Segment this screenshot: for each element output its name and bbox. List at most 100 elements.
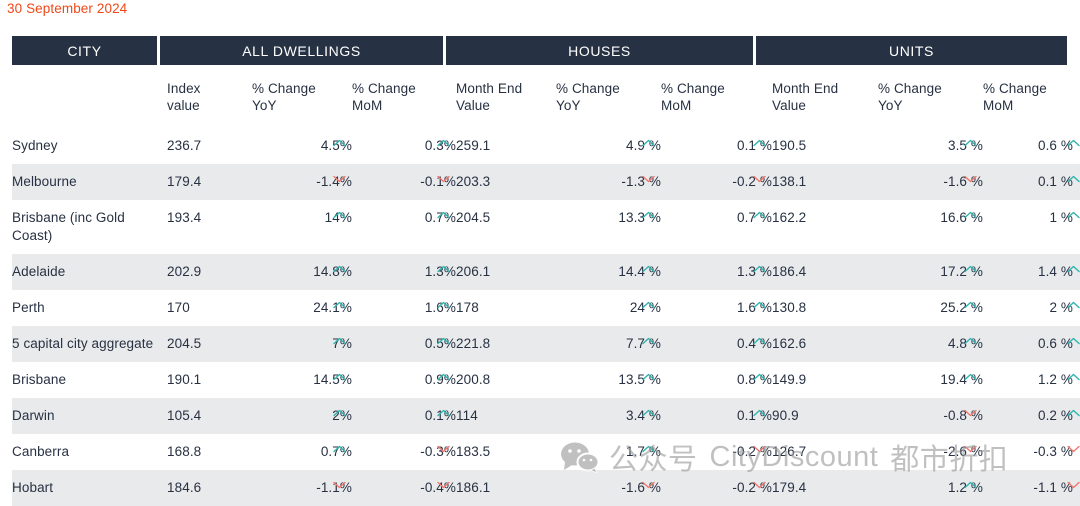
- cell-houses-month-end-value: 206.1: [456, 254, 556, 290]
- chevron-up-icon: [333, 211, 346, 219]
- cell-units-month-end-value: 90.9: [772, 398, 878, 434]
- cell-all-mom: 0.7%: [352, 200, 456, 254]
- chevron-down-icon: [333, 175, 346, 183]
- cell-all-yoy: 24.1%: [252, 290, 352, 326]
- chevron-up-icon: [333, 409, 346, 417]
- chevron-up-icon: [437, 409, 450, 417]
- cell-houses-yoy: 13.3 %: [556, 200, 661, 254]
- cell-city: Canberra: [12, 444, 70, 459]
- cell-units-month-end-value: 130.8: [772, 300, 807, 315]
- cell-units-yoy: 17.2 %: [878, 254, 983, 290]
- cell-units-month-end-value: 162.2: [772, 210, 807, 225]
- subheader-city: [6, 68, 167, 128]
- cell-units-month-end-value: 179.4: [772, 470, 878, 506]
- cell-units-mom: 0.6 %: [983, 326, 1080, 362]
- chevron-up-icon: [333, 139, 346, 147]
- chevron-up-icon: [964, 337, 977, 345]
- cell-houses-yoy: 7.7 %: [556, 326, 661, 362]
- subheader-line-2: MoM: [661, 98, 692, 113]
- cell-units-yoy: -1.6 %: [878, 164, 983, 200]
- chevron-up-icon: [753, 373, 766, 381]
- group-header-houses: HOUSES: [446, 36, 753, 65]
- subheader-all-yoy: % Change YoY: [252, 68, 352, 128]
- subheader-line-1: % Change: [352, 81, 416, 96]
- cell-houses-mom: 0.1 %: [661, 398, 772, 434]
- chevron-up-icon: [333, 337, 346, 345]
- cell-all-index-value: 105.4: [167, 398, 252, 434]
- cell-units-month-end-value: 190.5: [772, 138, 807, 153]
- cell-units-mom: 1.4 %: [983, 254, 1080, 290]
- cell-all-yoy: -1.4%: [252, 164, 352, 200]
- chevron-up-icon: [753, 409, 766, 417]
- cell-all-index-value: 193.4: [167, 210, 202, 225]
- chevron-up-icon: [642, 211, 655, 219]
- chevron-up-icon: [753, 211, 766, 219]
- cell-houses-month-end-value: 178: [456, 300, 479, 315]
- chevron-up-icon: [753, 139, 766, 147]
- subheader-line-1: Month End: [772, 81, 839, 96]
- chevron-up-icon: [437, 301, 450, 309]
- cell-units-month-end-value: 162.6: [772, 326, 878, 362]
- chevron-up-icon: [437, 211, 450, 219]
- chevron-down-icon: [964, 175, 977, 183]
- table-row: Adelaide 202.9 14.8% 1.3% 206.1 14.4 % 1.3 % 18…: [6, 254, 1080, 290]
- cell-all-mom: -0.4%: [352, 470, 456, 506]
- cell-houses-yoy: -1.3 %: [556, 164, 661, 200]
- cell-all-yoy: 7%: [252, 326, 352, 362]
- chevron-up-icon: [642, 337, 655, 345]
- cell-city: Adelaide: [6, 254, 167, 290]
- chevron-down-icon: [642, 175, 655, 183]
- chevron-down-icon: [1067, 481, 1080, 489]
- cell-units-yoy: -0.8 %: [878, 398, 983, 434]
- cell-units-mom: 1.2 %: [983, 362, 1080, 398]
- cell-houses-mom: 1.6 %: [661, 290, 772, 326]
- cell-units-yoy: 25.2 %: [878, 290, 983, 326]
- chevron-up-icon: [753, 301, 766, 309]
- cell-houses-yoy: -1.6 %: [556, 470, 661, 506]
- chevron-down-icon: [437, 481, 450, 489]
- chevron-up-icon: [1067, 175, 1080, 183]
- cell-all-index-value: 168.8: [167, 444, 202, 459]
- subheader-all-index: Index value: [167, 68, 252, 128]
- table-row: Hobart 184.6 -1.1% -0.4% 186.1 -1.6 % -0.2 % 17…: [6, 470, 1080, 506]
- subheader-all-mom: % Change MoM: [352, 68, 456, 128]
- group-header-all-dwellings: ALL DWELLINGS: [160, 36, 443, 65]
- cell-houses-yoy: 13.5 %: [556, 362, 661, 398]
- chevron-down-icon: [753, 481, 766, 489]
- table-row: Sydney 236.7 4.5% 0.3% 259.1 4.9 % 0.1 % 190.5 3…: [6, 128, 1080, 164]
- chevron-up-icon: [1067, 409, 1080, 417]
- cell-units-mom: 0.1 %: [983, 164, 1080, 200]
- chevron-up-icon: [1067, 301, 1080, 309]
- chevron-up-icon: [333, 265, 346, 273]
- subheader-units-mom: % Change MoM: [983, 68, 1080, 128]
- cell-units-yoy: 3.5 %: [878, 128, 983, 164]
- cell-all-mom: -0.1%: [352, 164, 456, 200]
- cell-houses-yoy: 14.4 %: [556, 254, 661, 290]
- cell-units-month-end-value: 149.9: [772, 372, 807, 387]
- cell-units-yoy: 4.8 %: [878, 326, 983, 362]
- cell-units-mom: -0.3 %: [983, 434, 1080, 470]
- cell-units-yoy: 19.4 %: [878, 362, 983, 398]
- cell-all-index-value: 184.6: [167, 470, 252, 506]
- cell-all-index-value: 202.9: [167, 254, 252, 290]
- cell-all-index-value: 179.4: [167, 164, 252, 200]
- chevron-down-icon: [1067, 445, 1080, 453]
- subheader-houses-yoy: % Change YoY: [556, 68, 661, 128]
- table-body: Sydney 236.7 4.5% 0.3% 259.1 4.9 % 0.1 % 190.5 3…: [6, 128, 1080, 506]
- cell-houses-month-end-value: 204.5: [456, 210, 491, 225]
- subheader-houses-value: Month End Value: [456, 68, 556, 128]
- cell-units-month-end-value: 138.1: [772, 164, 878, 200]
- table-row: Brisbane (inc Gold Coast) 193.4 14% 0.7% 204…: [6, 200, 1080, 254]
- cell-houses-month-end-value: 203.3: [456, 164, 556, 200]
- subheader-line-1: Month End: [456, 81, 523, 96]
- cell-all-mom: 0.9%: [352, 362, 456, 398]
- cell-city: Hobart: [6, 470, 167, 506]
- cell-houses-mom: 0.8 %: [661, 362, 772, 398]
- chevron-up-icon: [642, 409, 655, 417]
- cell-houses-month-end-value: 200.8: [456, 372, 491, 387]
- cell-houses-yoy: 4.9 %: [556, 128, 661, 164]
- cell-all-index-value: 204.5: [167, 326, 252, 362]
- subheader-line-1: % Change: [252, 81, 316, 96]
- cell-houses-mom: -0.2 %: [661, 470, 772, 506]
- subheader-line-1: % Change: [983, 81, 1047, 96]
